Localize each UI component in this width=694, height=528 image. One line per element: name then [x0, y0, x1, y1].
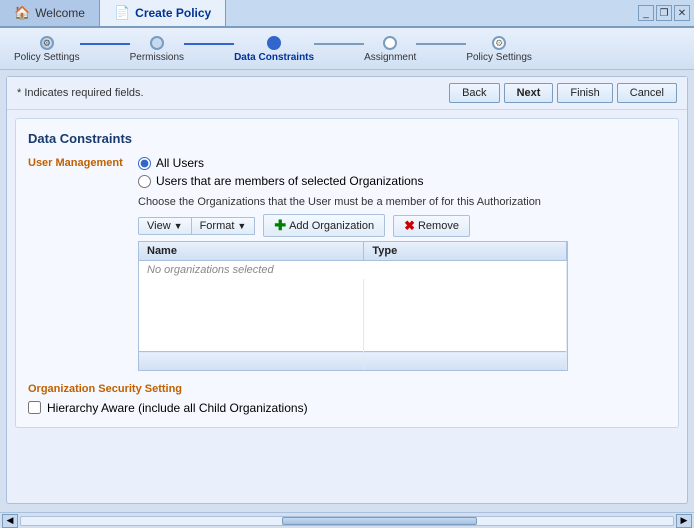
step-policy-settings-2[interactable]: ⚙ Policy Settings — [466, 36, 532, 63]
radio-group: All Users Users that are members of sele… — [138, 156, 423, 188]
view-button[interactable]: View ▼ — [138, 217, 192, 235]
plus-icon: ✚ — [274, 217, 286, 234]
step-circle-2 — [150, 36, 164, 50]
welcome-icon: 🏠 — [14, 5, 30, 21]
step-circle-4 — [383, 36, 397, 50]
table-row-spacer-1 — [139, 279, 567, 297]
radio-all-users[interactable]: All Users — [138, 156, 423, 170]
wizard-bar: ⚙ Policy Settings Permissions Data Const… — [0, 28, 694, 70]
table-row-empty: No organizations selected — [139, 261, 567, 280]
col-name: Name — [139, 242, 364, 261]
next-button[interactable]: Next — [504, 83, 554, 103]
empty-message: No organizations selected — [139, 261, 567, 280]
scroll-track[interactable] — [20, 516, 674, 526]
view-chevron-icon: ▼ — [174, 221, 183, 231]
step-circle-5: ⚙ — [492, 36, 506, 50]
back-button[interactable]: Back — [449, 83, 499, 103]
step-data-constraints[interactable]: Data Constraints — [234, 36, 314, 63]
scroll-thumb[interactable] — [282, 517, 478, 525]
tab-welcome[interactable]: 🏠 Welcome — [0, 0, 100, 26]
horizontal-scrollbar[interactable]: ◀ ▶ — [0, 512, 694, 528]
step-label-5: Policy Settings — [466, 52, 532, 63]
required-text: * Indicates required fields. — [17, 87, 144, 99]
table-row-spacer-2 — [139, 297, 567, 315]
step-assignment[interactable]: Assignment — [364, 36, 416, 63]
hierarchy-aware-checkbox[interactable] — [28, 401, 41, 414]
hierarchy-aware-row[interactable]: Hierarchy Aware (include all Child Organ… — [28, 401, 666, 415]
step-circle-3 — [267, 36, 281, 50]
step-label-1: Policy Settings — [14, 52, 80, 63]
close-button[interactable]: ✕ — [674, 5, 690, 21]
remove-button[interactable]: ✖ Remove — [393, 215, 470, 237]
wizard-steps: ⚙ Policy Settings Permissions Data Const… — [14, 36, 680, 63]
radio-members-orgs[interactable]: Users that are members of selected Organ… — [138, 174, 423, 188]
tab-bar: 🏠 Welcome 📄 Create Policy _ ❐ ✕ — [0, 0, 694, 28]
step-line-2 — [184, 43, 234, 45]
scroll-right-button[interactable]: ▶ — [676, 514, 692, 528]
step-permissions[interactable]: Permissions — [130, 36, 184, 63]
step-label-4: Assignment — [364, 52, 416, 63]
radio-members-orgs-input[interactable] — [138, 175, 151, 188]
user-management-label: User Management — [28, 156, 138, 169]
col-type: Type — [364, 242, 567, 261]
scroll-left-button[interactable]: ◀ — [2, 514, 18, 528]
step-line-3 — [314, 43, 364, 45]
restore-button[interactable]: ❐ — [656, 5, 672, 21]
minimize-button[interactable]: _ — [638, 5, 654, 21]
cancel-button[interactable]: Cancel — [617, 83, 677, 103]
content-area: * Indicates required fields. Back Next F… — [6, 76, 688, 504]
add-organization-button[interactable]: ✚ Add Organization — [263, 214, 385, 237]
finish-button[interactable]: Finish — [557, 83, 612, 103]
step-label-3: Data Constraints — [234, 52, 314, 63]
remove-icon: ✖ — [404, 218, 415, 234]
radio-all-users-input[interactable] — [138, 157, 151, 170]
step-line-4 — [416, 43, 466, 45]
format-chevron-icon: ▼ — [237, 221, 246, 231]
data-constraints-section: Data Constraints User Management All Use… — [15, 118, 679, 428]
step-circle-1: ⚙ — [40, 36, 54, 50]
step-label-2: Permissions — [130, 52, 184, 63]
user-management-row: User Management All Users Users that are… — [28, 156, 666, 188]
policy-icon: 📄 — [114, 5, 130, 21]
table-row-spacer-4 — [139, 333, 567, 352]
tab-create-policy[interactable]: 📄 Create Policy — [100, 0, 226, 26]
org-toolbar: View ▼ Format ▼ ✚ Add Organization ✖ Rem… — [138, 214, 666, 237]
org-table: Name Type No organizations selected — [138, 241, 568, 371]
table-row-spacer-3 — [139, 315, 567, 333]
window-controls: _ ❐ ✕ — [638, 0, 694, 26]
format-button[interactable]: Format ▼ — [192, 217, 256, 235]
section-title: Data Constraints — [28, 131, 666, 146]
required-bar: * Indicates required fields. Back Next F… — [7, 77, 687, 110]
org-security-title: Organization Security Setting — [28, 383, 666, 395]
step-policy-settings-1[interactable]: ⚙ Policy Settings — [14, 36, 80, 63]
action-buttons: Back Next Finish Cancel — [449, 83, 677, 103]
choose-orgs-text: Choose the Organizations that the User m… — [138, 196, 666, 208]
step-line-1 — [80, 43, 130, 45]
table-footer — [139, 352, 567, 370]
org-security-section: Organization Security Setting Hierarchy … — [28, 383, 666, 415]
